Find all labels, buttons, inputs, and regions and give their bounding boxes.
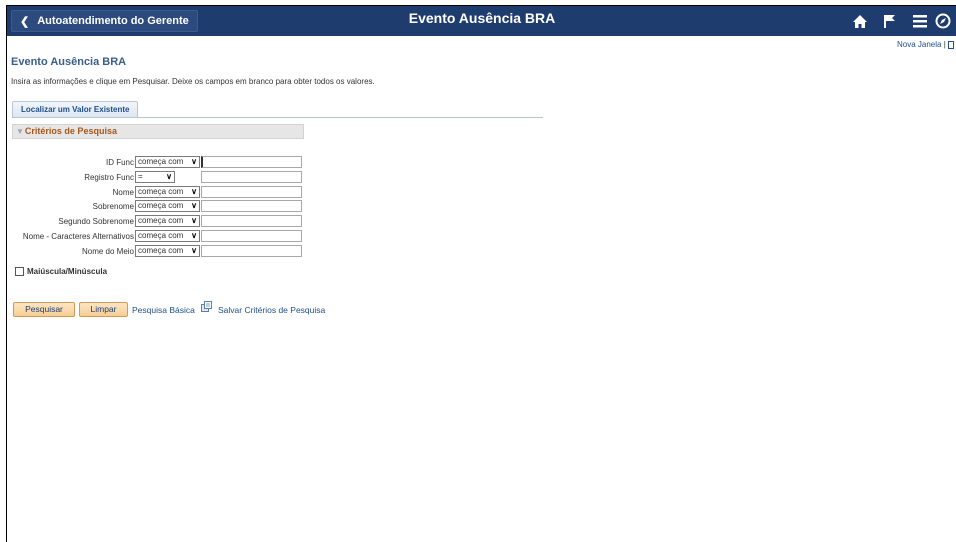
operator-select[interactable]: começa com ∨ <box>135 215 200 227</box>
search-field-row: ID Func começa com ∨ <box>7 156 307 168</box>
field-label: Nome do Meio <box>81 247 134 256</box>
field-label-wrap: Nome - Caracteres Alternativos <box>7 230 134 242</box>
chevron-down-icon: ∨ <box>191 216 197 225</box>
operator-value: = <box>138 172 143 181</box>
field-label-wrap: Registro Func <box>7 171 134 183</box>
field-label-wrap: ID Func <box>7 156 134 168</box>
operator-select[interactable]: começa com ∨ <box>135 245 200 257</box>
search-field-row: Registro Func = ∨ <box>7 171 307 183</box>
field-label: Nome <box>112 188 134 197</box>
search-criteria-header[interactable]: ▼Critérios de Pesquisa <box>12 124 304 139</box>
case-sensitive-option[interactable]: Maiúscula/Minúscula <box>15 265 107 277</box>
field-label-wrap: Nome <box>7 186 134 198</box>
case-sensitive-checkbox[interactable] <box>15 266 24 276</box>
field-input[interactable] <box>201 230 302 242</box>
flag-icon[interactable] <box>875 9 905 33</box>
field-input[interactable] <box>201 171 302 183</box>
banner-icons <box>845 9 956 33</box>
field-label: ID Func <box>105 158 134 167</box>
search-field-row: Nome começa com ∨ <box>7 186 307 198</box>
instructions-text: Insira as informações e clique em Pesqui… <box>11 77 375 86</box>
operator-select[interactable]: começa com ∨ <box>135 200 200 212</box>
menu-icon[interactable] <box>905 9 935 33</box>
page-title: Evento Ausência BRA <box>11 56 127 68</box>
operator-value: começa com <box>138 231 184 240</box>
save-search-criteria-link[interactable]: Salvar Critérios de Pesquisa <box>218 305 325 315</box>
chevron-down-icon: ∨ <box>166 172 172 181</box>
search-field-row: Sobrenome começa com ∨ <box>7 200 307 212</box>
operator-value: começa com <box>138 187 184 196</box>
tab-divider <box>12 117 543 118</box>
chevron-down-icon: ∨ <box>191 157 197 166</box>
chevron-down-icon: ∨ <box>191 187 197 196</box>
field-label: Nome - Caracteres Alternativos <box>22 232 134 241</box>
search-criteria-title: Critérios de Pesquisa <box>24 126 117 136</box>
tab-find-existing-value[interactable]: Localizar um Valor Existente <box>12 101 139 118</box>
chevron-down-icon: ∨ <box>191 231 197 240</box>
link-separator: | <box>943 40 946 49</box>
operator-value: começa com <box>138 201 184 210</box>
chevron-down-icon: ∨ <box>191 246 197 255</box>
field-label-wrap: Sobrenome <box>7 200 134 212</box>
field-input[interactable] <box>201 156 302 168</box>
operator-value: começa com <box>138 216 184 225</box>
field-input[interactable] <box>201 245 302 257</box>
operator-value: começa com <box>138 246 184 255</box>
field-label: Segundo Sobrenome <box>58 217 134 226</box>
operator-select[interactable]: = ∨ <box>135 171 175 183</box>
field-label: Registro Func <box>84 173 134 182</box>
home-icon[interactable] <box>845 9 875 33</box>
operator-select[interactable]: começa com ∨ <box>135 156 200 168</box>
banner-title: Evento Ausência BRA <box>408 10 556 26</box>
search-button[interactable]: Pesquisar <box>13 302 75 317</box>
search-field-row: Segundo Sobrenome começa com ∨ <box>7 215 307 227</box>
new-window-link[interactable]: Nova Janela <box>897 40 941 49</box>
save-search-icon[interactable] <box>201 301 212 312</box>
clear-button[interactable]: Limpar <box>79 302 128 317</box>
operator-select[interactable]: começa com ∨ <box>135 230 200 242</box>
case-sensitive-label: Maiúscula/Minúscula <box>27 266 108 276</box>
field-label-wrap: Segundo Sobrenome <box>7 215 134 227</box>
search-field-row: Nome do Meio começa com ∨ <box>7 245 307 257</box>
banner: ❮ Autoatendimento do Gerente Evento Ausê… <box>7 6 956 36</box>
help-icon[interactable] <box>948 40 954 49</box>
chevron-down-icon: ∨ <box>191 201 197 210</box>
basic-search-link[interactable]: Pesquisa Básica <box>132 305 195 315</box>
navbar-compass-icon[interactable] <box>935 9 956 33</box>
field-input[interactable] <box>201 200 302 212</box>
new-window-links: Nova Janela | <box>897 40 954 49</box>
operator-value: começa com <box>138 157 184 166</box>
collapse-triangle-icon: ▼ <box>16 127 24 136</box>
field-input[interactable] <box>201 186 302 198</box>
field-label-wrap: Nome do Meio <box>7 245 134 257</box>
field-label: Sobrenome <box>92 202 134 211</box>
operator-select[interactable]: começa com ∨ <box>135 186 200 198</box>
search-field-row: Nome - Caracteres Alternativos começa com… <box>7 230 307 242</box>
field-input[interactable] <box>201 215 302 227</box>
page-frame: ❮ Autoatendimento do Gerente Evento Ausê… <box>6 5 956 542</box>
